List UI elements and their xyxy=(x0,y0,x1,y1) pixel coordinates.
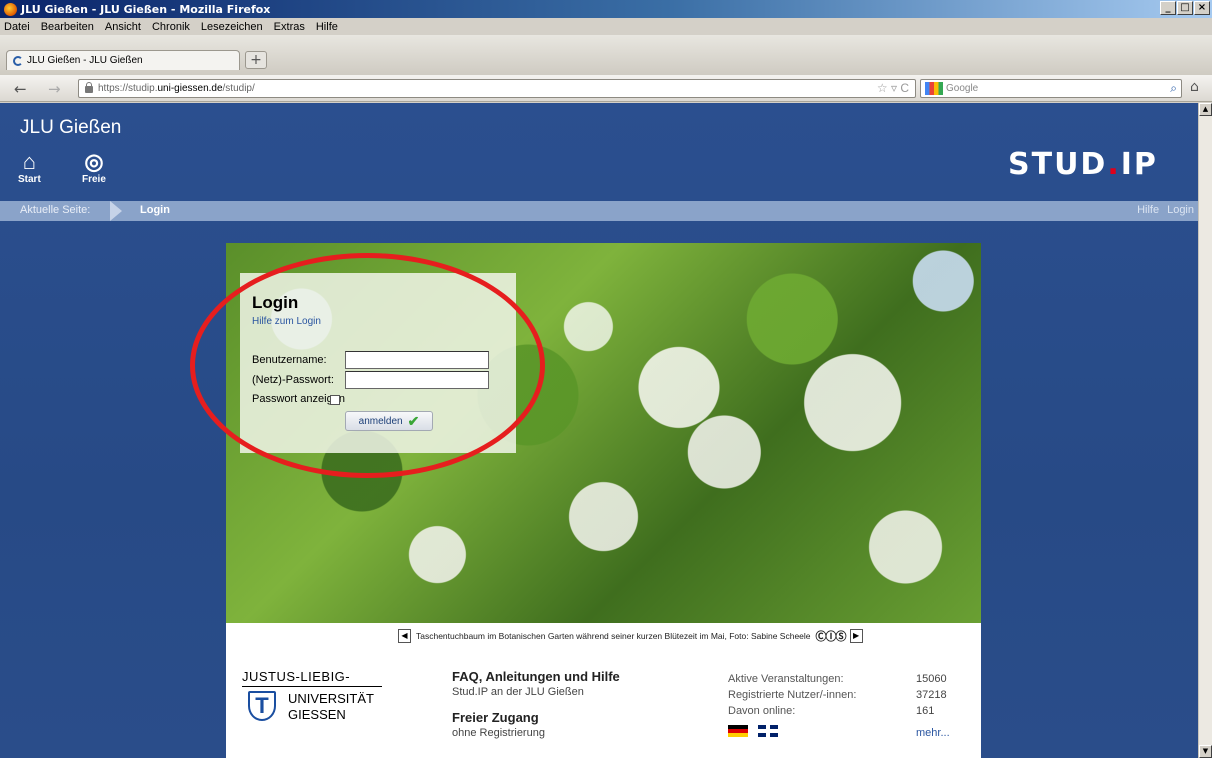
lock-icon xyxy=(85,82,93,93)
free-access-subtitle: ohne Registrierung xyxy=(452,727,545,739)
studip-logo: STUD.IP xyxy=(1008,147,1158,182)
logo-dot: . xyxy=(1107,147,1121,182)
login-link[interactable]: Login xyxy=(1167,204,1194,216)
search-icon[interactable]: ⌕ xyxy=(1170,81,1177,96)
username-input[interactable] xyxy=(345,351,489,369)
new-tab-button[interactable]: + xyxy=(245,51,267,69)
studip-favicon-icon xyxy=(13,55,23,66)
window-titlebar: JLU Gießen - JLU Gießen - Mozilla Firefo… xyxy=(0,0,1212,18)
nav-start-label: Start xyxy=(18,174,41,185)
bookmark-reload-icons[interactable]: ☆ ▿ C xyxy=(877,81,909,95)
menu-ansicht[interactable]: Ansicht xyxy=(105,21,141,33)
login-button[interactable]: anmelden ✔ xyxy=(345,411,433,431)
stat-row: Davon online: 161 xyxy=(728,705,968,721)
page-content: JLU Gießen ⌂ Start ◎ Freie STUD.IP Aktue… xyxy=(0,103,1198,758)
menu-hilfe[interactable]: Hilfe xyxy=(316,21,338,33)
navigation-bar: ← → https://studip. uni-giessen.de/studip… xyxy=(0,75,1212,102)
login-title: Login xyxy=(252,293,299,312)
menu-bearbeiten[interactable]: Bearbeiten xyxy=(41,21,94,33)
checkmark-icon: ✔ xyxy=(407,412,420,429)
university-line1: JUSTUS-LIEBIG- xyxy=(242,669,351,684)
password-input[interactable] xyxy=(345,371,489,389)
tab-bar: JLU Gießen - JLU Gießen + xyxy=(0,35,1212,75)
back-button[interactable]: ← xyxy=(14,80,27,98)
window-controls: _ □ × xyxy=(1160,1,1210,15)
nav-freie-label: Freie xyxy=(82,174,106,185)
logo-main: STUD xyxy=(1008,147,1108,182)
breadcrumb-links: Hilfe Login xyxy=(1129,204,1194,216)
university-logo[interactable]: JUSTUS-LIEBIG- T UNIVERSITÄT GIESSEN xyxy=(242,669,392,722)
show-password-checkbox[interactable] xyxy=(330,395,340,405)
password-label: (Netz)-Passwort: xyxy=(252,374,334,386)
scroll-down-button[interactable]: ▼ xyxy=(1199,745,1212,758)
english-flag-icon[interactable] xyxy=(758,725,778,737)
stat-value: 37218 xyxy=(916,689,947,701)
help-link[interactable]: Hilfe xyxy=(1137,204,1159,216)
minimize-button[interactable]: _ xyxy=(1160,1,1176,15)
google-icon[interactable] xyxy=(925,82,943,95)
language-flags xyxy=(728,725,778,737)
menu-bar: Datei Bearbeiten Ansicht Chronik Lesezei… xyxy=(0,18,1212,35)
free-access-link[interactable]: Freier Zugang xyxy=(452,710,620,725)
stat-row: Registrierte Nutzer/-innen: 37218 xyxy=(728,689,968,705)
freie-icon: ◎ xyxy=(84,149,104,174)
url-path: /studip/ xyxy=(222,83,255,94)
username-label: Benutzername: xyxy=(252,354,327,366)
home-icon[interactable]: ⌂ xyxy=(1190,79,1199,95)
university-line2: UNIVERSITÄT xyxy=(288,691,374,706)
stat-value: 161 xyxy=(916,705,935,717)
breadcrumb-arrow-icon xyxy=(110,201,122,221)
stat-label: Registrierte Nutzer/-innen: xyxy=(728,689,857,701)
stat-row: Aktive Veranstaltungen: 15060 xyxy=(728,673,968,689)
next-photo-button[interactable]: ▶ xyxy=(849,629,863,643)
window-title: JLU Gießen - JLU Gießen - Mozilla Firefo… xyxy=(21,2,271,16)
firefox-icon xyxy=(4,2,17,16)
creative-commons-icon: ⒸⒾⓈ xyxy=(815,631,847,643)
menu-datei[interactable]: Datei xyxy=(4,21,30,33)
tab-jlu[interactable]: JLU Gießen - JLU Gießen xyxy=(6,50,240,70)
breadcrumb: Aktuelle Seite: Login Hilfe Login xyxy=(0,201,1198,221)
menu-extras[interactable]: Extras xyxy=(274,21,305,33)
maximize-button[interactable]: □ xyxy=(1177,1,1193,15)
caption-text: Taschentuchbaum im Botanischen Garten wä… xyxy=(416,631,811,641)
stat-label: Aktive Veranstaltungen: xyxy=(728,673,844,685)
login-button-label: anmelden xyxy=(358,415,403,427)
tab-label: JLU Gießen - JLU Gießen xyxy=(27,55,143,66)
stat-label: Davon online: xyxy=(728,705,796,717)
home-icon: ⌂ xyxy=(22,149,37,174)
nav-start[interactable]: ⌂ Start xyxy=(18,149,41,186)
url-bar[interactable]: https://studip. uni-giessen.de/studip/ ☆ … xyxy=(78,79,916,98)
logo-rule xyxy=(242,686,382,687)
nav-freie[interactable]: ◎ Freie xyxy=(82,149,106,186)
faq-section: FAQ, Anleitungen und Hilfe Stud.IP an de… xyxy=(452,669,620,739)
site-title: JLU Gießen xyxy=(20,117,122,138)
breadcrumb-label: Aktuelle Seite: xyxy=(20,204,91,216)
university-crest-icon: T xyxy=(248,691,276,721)
statistics: Aktive Veranstaltungen: 15060 Registrier… xyxy=(728,673,968,739)
logo-end: IP xyxy=(1120,147,1158,182)
url-prefix: https://studip. xyxy=(98,83,158,94)
german-flag-icon[interactable] xyxy=(728,725,748,737)
search-placeholder: Google xyxy=(946,83,979,94)
forward-button[interactable]: → xyxy=(48,80,61,98)
photo-caption: ◀ Taschentuchbaum im Botanischen Garten … xyxy=(398,628,863,644)
university-line3: GIESSEN xyxy=(288,707,346,722)
more-link[interactable]: mehr... xyxy=(916,727,950,739)
search-bar[interactable]: Google ⌕ xyxy=(920,79,1182,98)
faq-subtitle: Stud.IP an der JLU Gießen xyxy=(452,686,584,698)
breadcrumb-current: Login xyxy=(140,204,170,216)
info-panel: ◀ Taschentuchbaum im Botanischen Garten … xyxy=(226,623,981,758)
login-help-link[interactable]: Hilfe zum Login xyxy=(252,316,504,327)
menu-chronik[interactable]: Chronik xyxy=(152,21,190,33)
faq-link[interactable]: FAQ, Anleitungen und Hilfe xyxy=(452,669,620,684)
prev-photo-button[interactable]: ◀ xyxy=(398,629,411,643)
stat-value: 15060 xyxy=(916,673,947,685)
menu-lesezeichen[interactable]: Lesezeichen xyxy=(201,21,263,33)
login-form: Login Hilfe zum Login Benutzername: (Net… xyxy=(240,273,516,453)
close-button[interactable]: × xyxy=(1194,1,1210,15)
url-host: uni-giessen.de xyxy=(157,83,223,94)
vertical-scrollbar[interactable]: ▲ ▼ xyxy=(1198,103,1212,758)
scroll-up-button[interactable]: ▲ xyxy=(1199,103,1212,116)
